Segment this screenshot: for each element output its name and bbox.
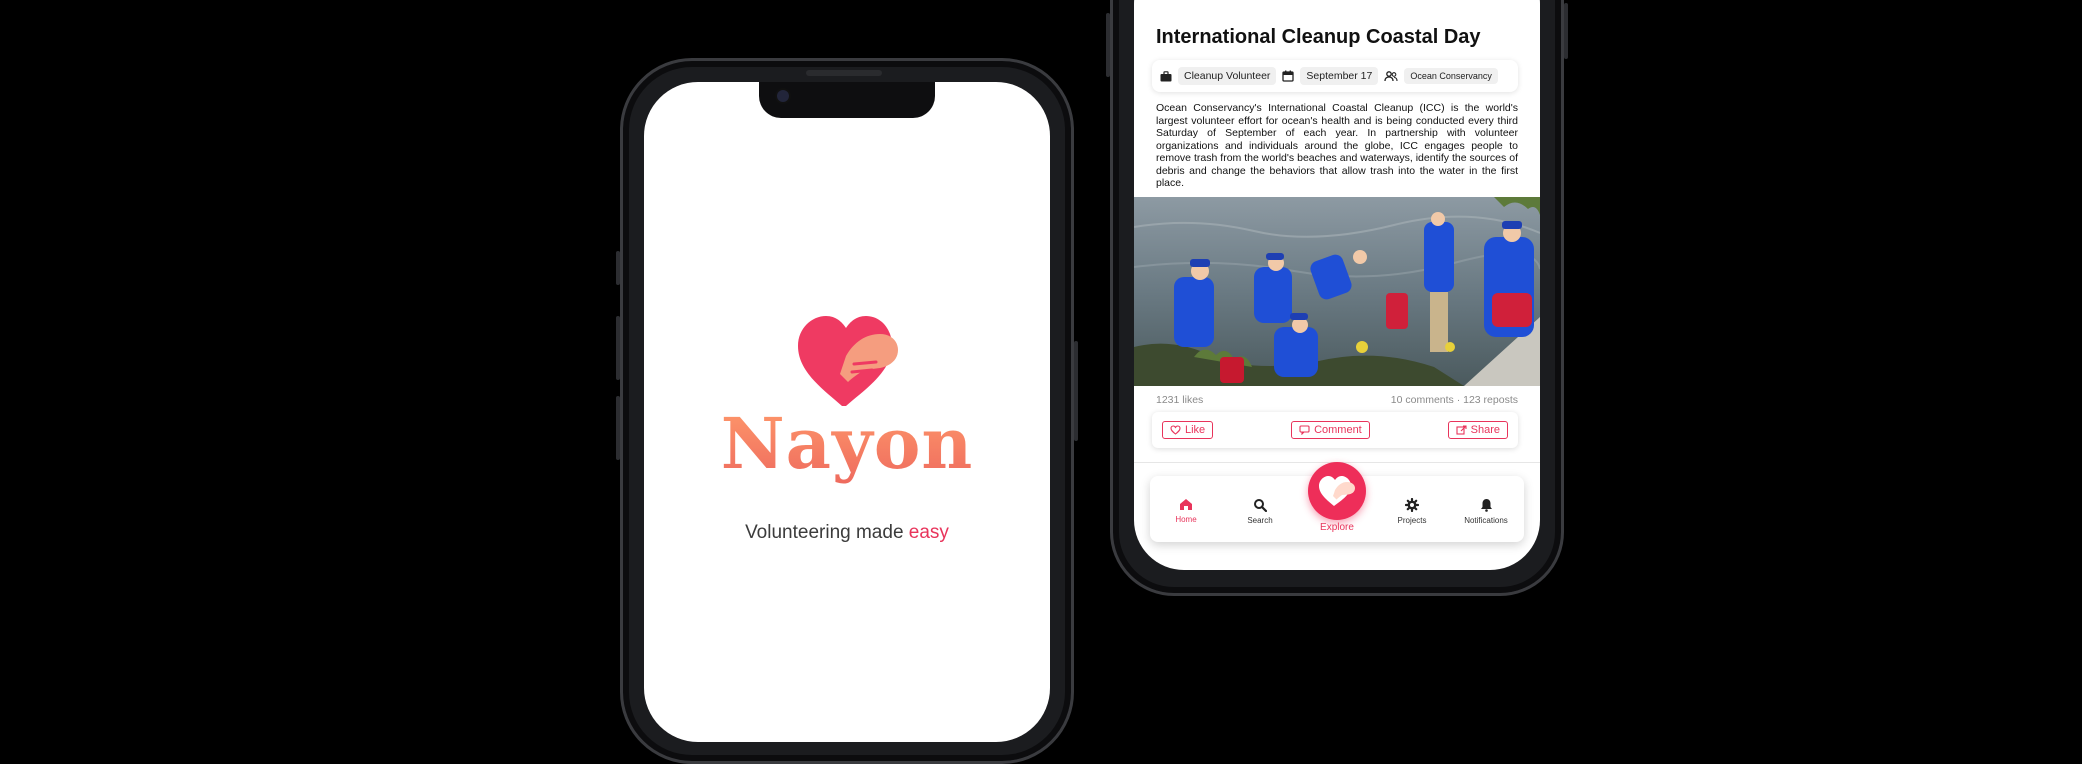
organizer-chip[interactable]: Ocean Conservancy [1404,68,1498,84]
bell-icon [1480,499,1492,512]
tagline-main: Volunteering made [745,522,909,543]
category-chip[interactable]: Cleanup Volunteer [1178,67,1277,85]
nav-notifications[interactable]: Notifications [1456,498,1516,525]
like-button[interactable]: Like [1162,421,1214,439]
post-actions: Like Comment Share [1152,412,1518,448]
heart-icon [1170,425,1181,435]
nayon-logo-icon [794,312,904,413]
explore-label: Explore [1320,522,1354,533]
volume-down-button [616,396,620,460]
post-description: Ocean Conservancy's International Coasta… [1156,102,1518,189]
comment-button[interactable]: Comment [1291,421,1370,439]
volume-up-button [616,316,620,380]
power-button [1564,3,1568,59]
share-button[interactable]: Share [1447,421,1508,439]
like-label: Like [1185,424,1206,436]
date-chip[interactable]: September 17 [1300,67,1379,85]
notch [759,82,935,118]
nav-search-label: Search [1247,516,1273,525]
nav-notifications-label: Notifications [1464,516,1508,525]
nav-home-label: Home [1175,515,1197,524]
brand-wordmark: Nayon [644,402,1050,485]
search-icon [1254,499,1268,513]
post-screen: International Cleanup Coastal Day Cleanu… [1134,0,1540,570]
power-button [1074,341,1078,441]
mute-switch [616,251,620,285]
cleanup-photo [1134,197,1540,386]
briefcase-icon [1160,70,1172,81]
bottom-nav: Home Search Explore Projects Notificatio… [1150,462,1524,542]
likes-count: 1231 likes [1156,394,1204,406]
post-stats: 1231 likes 10 comments · 123 reposts [1156,394,1518,406]
nav-projects-label: Projects [1397,516,1427,525]
explore-heart-icon [1319,476,1355,506]
comment-label: Comment [1314,424,1362,436]
tagline: Volunteering made easy [644,522,1050,544]
home-icon [1180,499,1192,510]
nav-home[interactable]: Home [1156,498,1216,524]
volume-button [1106,13,1110,77]
post-title: International Cleanup Coastal Day [1156,26,1481,48]
calendar-icon [1282,70,1295,82]
explore-button[interactable] [1308,462,1366,520]
comment-icon [1299,425,1310,435]
share-label: Share [1470,424,1500,436]
engagement-count: 10 comments · 123 reposts [1390,394,1518,406]
phone-splash: Nayon Volunteering made easy [616,58,1078,764]
people-icon [1384,70,1398,81]
earpiece-speaker [806,70,882,76]
tagline-accent: easy [908,522,949,543]
gear-icon [1404,497,1420,513]
share-icon [1456,425,1467,435]
nav-search[interactable]: Search [1230,498,1290,525]
post-meta-bar: Cleanup Volunteer September 17 Ocean Con… [1152,60,1518,92]
nav-projects[interactable]: Projects [1382,497,1442,525]
phone-post: International Cleanup Coastal Day Cleanu… [1106,0,1568,596]
splash-screen: Nayon Volunteering made easy [644,82,1050,742]
camera-icon [777,90,789,102]
